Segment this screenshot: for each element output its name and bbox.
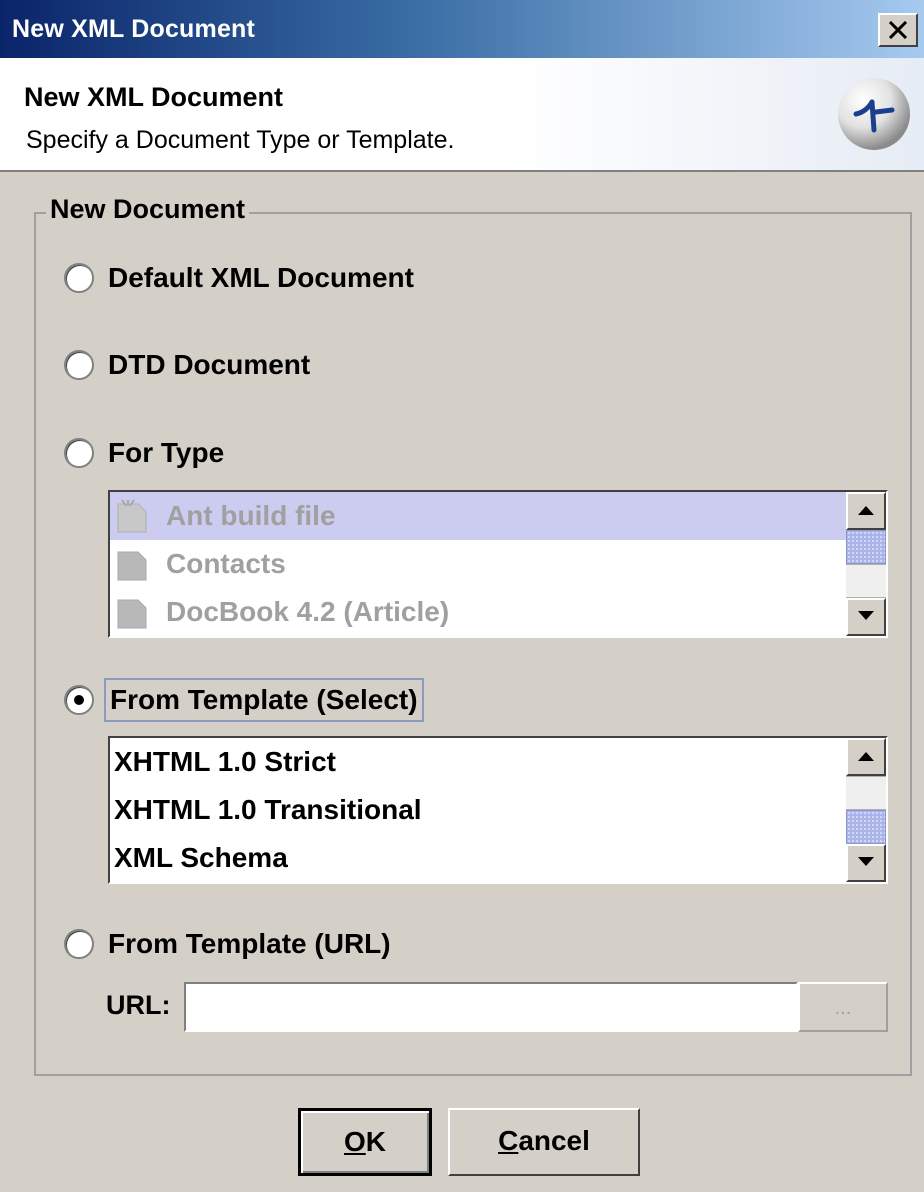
scroll-down-button[interactable] <box>846 844 886 882</box>
cancel-label-rest: ancel <box>518 1125 590 1156</box>
arrow-up-icon <box>858 752 874 761</box>
scroll-track[interactable] <box>846 564 886 598</box>
arrow-down-icon <box>858 857 874 866</box>
banner-subtitle: Specify a Document Type or Template. <box>26 126 455 154</box>
scroll-up-button[interactable] <box>846 492 886 530</box>
arrow-down-icon <box>858 611 874 620</box>
list-item[interactable]: Ant build file <box>110 492 846 540</box>
radio-dtd-document[interactable]: DTD Document <box>64 349 310 381</box>
arrow-up-icon <box>858 506 874 515</box>
scroll-track[interactable] <box>846 776 886 810</box>
list-item-label: XML Schema <box>114 842 288 873</box>
browse-button[interactable]: ... <box>798 982 888 1032</box>
scroll-down-button[interactable] <box>846 598 886 636</box>
radio-from-template-url[interactable]: From Template (URL) <box>64 928 391 960</box>
list-item-label: Contacts <box>166 548 286 579</box>
template-listbox[interactable]: XHTML 1.0 Strict XHTML 1.0 Transitional … <box>108 736 888 884</box>
list-item-label: DocBook 4.2 (Article) <box>166 596 450 627</box>
close-button[interactable] <box>878 13 918 47</box>
radio-label: For Type <box>108 437 225 468</box>
list-item[interactable]: XHTML 1.0 Transitional <box>110 786 846 834</box>
radio-label: From Template (Select) <box>104 678 424 722</box>
document-icon <box>117 551 147 581</box>
list-item-label: XHTML 1.0 Strict <box>114 746 336 777</box>
template-list-scrollbar[interactable] <box>846 738 886 882</box>
ok-mnemonic: O <box>343 1126 366 1157</box>
ok-label-rest: K <box>365 1126 386 1157</box>
type-list-items: Ant build file Contacts DocBook 4.2 (Art… <box>110 492 846 636</box>
radio-button[interactable] <box>64 438 94 468</box>
scroll-thumb[interactable] <box>846 530 886 564</box>
radio-label: From Template (URL) <box>108 928 391 959</box>
compass-logo-icon <box>838 78 910 150</box>
radio-label: Default XML Document <box>108 262 414 293</box>
type-list-scrollbar[interactable] <box>846 492 886 636</box>
radio-for-type[interactable]: For Type <box>64 437 224 469</box>
close-icon <box>888 21 908 39</box>
radio-button[interactable] <box>64 350 94 380</box>
scroll-up-button[interactable] <box>846 738 886 776</box>
url-label: URL: <box>106 990 171 1020</box>
url-input[interactable] <box>184 982 798 1032</box>
radio-button[interactable] <box>64 263 94 293</box>
list-item-label: XHTML 1.0 Transitional <box>114 794 422 825</box>
radio-from-template-select[interactable]: From Template (Select) <box>64 678 424 722</box>
title-bar: New XML Document <box>0 0 924 58</box>
radio-button[interactable] <box>64 929 94 959</box>
list-item[interactable]: Contacts <box>110 540 846 588</box>
banner-title: New XML Document <box>24 82 284 112</box>
list-item[interactable]: DocBook 4.2 (Article) <box>110 588 846 636</box>
ok-button[interactable]: OK <box>298 1108 432 1176</box>
header-banner: New XML Document Specify a Document Type… <box>0 58 924 172</box>
radio-default-xml[interactable]: Default XML Document <box>64 262 414 294</box>
window-title: New XML Document <box>12 15 256 43</box>
new-xml-document-dialog: New XML Document New XML Document Specif… <box>0 0 924 1192</box>
cancel-button[interactable]: Cancel <box>448 1108 640 1176</box>
document-icon <box>117 499 147 533</box>
radio-button[interactable] <box>64 685 94 715</box>
list-item[interactable]: XML Schema <box>110 834 846 882</box>
radio-label: DTD Document <box>108 349 311 380</box>
type-listbox[interactable]: Ant build file Contacts DocBook 4.2 (Art… <box>108 490 888 638</box>
scroll-thumb[interactable] <box>846 810 886 844</box>
cancel-mnemonic: C <box>498 1125 519 1156</box>
list-item[interactable]: XHTML 1.0 Strict <box>110 738 846 786</box>
group-legend: New Document <box>46 194 250 225</box>
template-list-items: XHTML 1.0 Strict XHTML 1.0 Transitional … <box>110 738 846 882</box>
list-item-label: Ant build file <box>166 500 336 531</box>
document-icon <box>117 599 147 629</box>
